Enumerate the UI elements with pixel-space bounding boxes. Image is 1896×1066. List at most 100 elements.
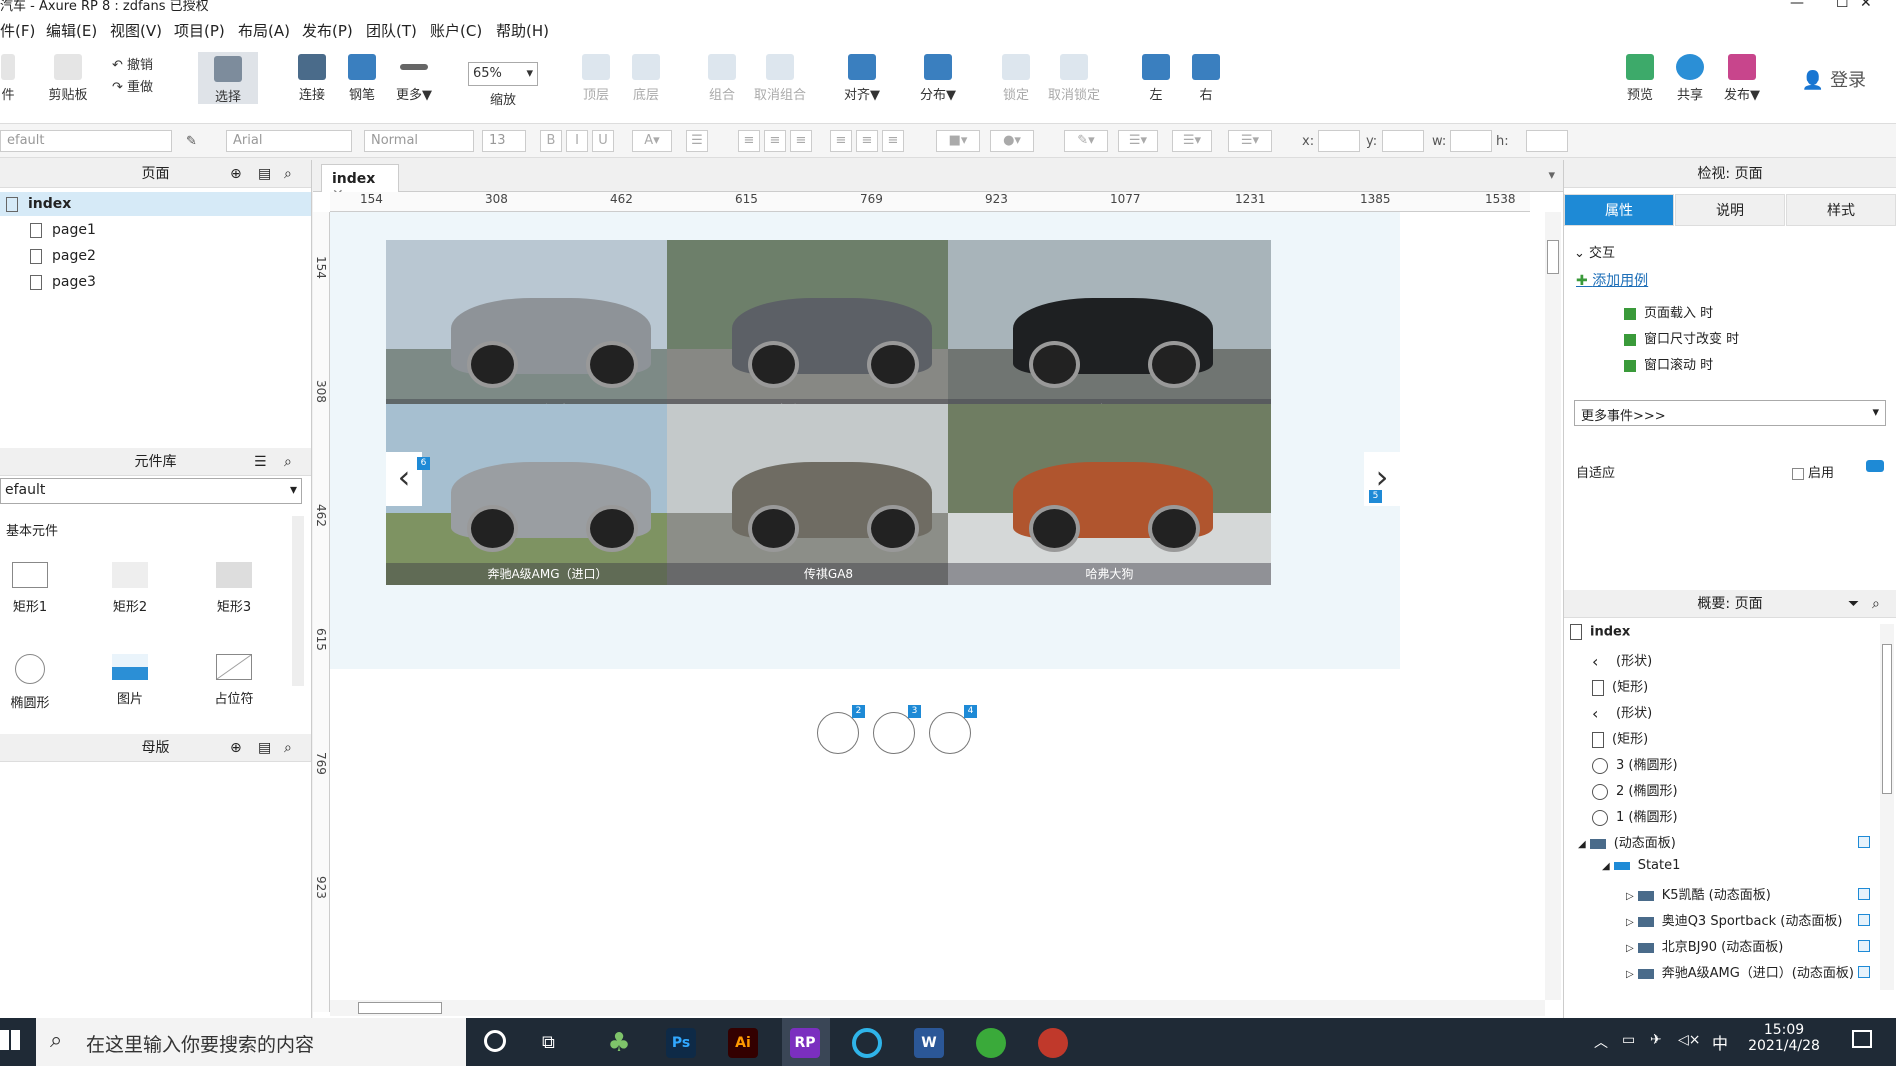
outline-item[interactable]: 2 (椭圆形) <box>1592 780 1678 800</box>
outline-item[interactable]: ▷ 奔驰A级AMG（进口）(动态面板) <box>1626 962 1854 981</box>
outline-item[interactable]: (矩形) <box>1592 676 1648 696</box>
underline-button[interactable]: U <box>592 130 614 152</box>
more-tools-button[interactable]: 更多▼ <box>392 54 436 103</box>
search-icon[interactable]: ⌕ <box>284 734 292 762</box>
menu-icon[interactable]: ☰ <box>254 448 267 476</box>
clipboard-button[interactable]: 剪贴板 <box>44 54 92 103</box>
car-card[interactable]: 奥迪Q3 Sportback <box>667 240 990 421</box>
menu-team[interactable]: 团队(T) <box>366 20 417 41</box>
library-scrollbar[interactable] <box>292 516 304 686</box>
cortana-icon[interactable] <box>484 1030 506 1052</box>
close-icon[interactable]: ✕ <box>1860 0 1872 11</box>
line-color-button[interactable]: ✎▾ <box>1064 130 1108 152</box>
ime-indicator[interactable]: 中 <box>1712 1030 1728 1054</box>
page-item-page3[interactable]: page3 <box>30 274 96 290</box>
undo-button[interactable]: ↶ 撤销 <box>112 54 162 73</box>
tool-app-icon[interactable] <box>1038 1028 1068 1058</box>
outline-item[interactable]: ▷ K5凯酷 (动态面板) <box>1626 884 1771 903</box>
add-folder-icon[interactable]: ▤ <box>258 734 271 762</box>
line-width-button[interactable]: ☰▾ <box>1118 130 1158 152</box>
tree-toggle-icon[interactable]: ◢ <box>1578 839 1586 850</box>
word-app-icon[interactable]: W <box>914 1028 944 1058</box>
tree-toggle-icon[interactable]: ▷ <box>1626 917 1634 928</box>
minimize-icon[interactable]: — <box>1790 0 1804 11</box>
illustrator-app-icon[interactable]: Ai <box>728 1028 758 1058</box>
redo-button[interactable]: ↷ 重做 <box>112 76 162 95</box>
w-input[interactable] <box>1450 130 1492 152</box>
maximize-icon[interactable]: ☐ <box>1836 0 1849 11</box>
ungroup-button[interactable]: 取消组合 <box>750 54 810 103</box>
search-icon[interactable]: ⌕ <box>284 448 292 476</box>
menu-edit[interactable]: 编辑(E) <box>46 20 97 41</box>
event-window-scroll[interactable]: 窗口滚动 时 <box>1624 354 1713 373</box>
pen-tool[interactable]: 钢笔 <box>344 54 380 103</box>
outline-item[interactable]: (矩形) <box>1592 728 1648 748</box>
menu-file[interactable]: 件(F) <box>0 20 35 41</box>
share-button[interactable]: 共享 <box>1672 54 1708 103</box>
outline-item[interactable]: ◢ State1 <box>1602 858 1680 873</box>
lock-button[interactable]: 锁定 <box>998 54 1034 103</box>
visibility-badge[interactable] <box>1858 966 1870 978</box>
add-folder-icon[interactable]: ▤ <box>258 160 271 188</box>
menu-help[interactable]: 帮助(H) <box>496 20 549 41</box>
file-button[interactable]: 件 <box>0 54 16 103</box>
group-button[interactable]: 组合 <box>704 54 740 103</box>
taskbar-search-input[interactable]: ⌕ 在这里输入你要搜索的内容 <box>36 1018 466 1066</box>
scrollbar-thumb[interactable] <box>1547 240 1559 274</box>
search-icon[interactable]: ⌕ <box>1872 590 1880 618</box>
page-item-index[interactable]: index <box>6 196 71 212</box>
font-color-button[interactable]: A▾ <box>632 130 672 152</box>
font-size-select[interactable]: 13 <box>482 130 526 152</box>
widget-image[interactable]: 图片 <box>100 654 160 707</box>
canvas-vertical-scrollbar[interactable] <box>1545 212 1561 1000</box>
menu-publish[interactable]: 发布(P) <box>302 20 353 41</box>
page-item-page2[interactable]: page2 <box>30 248 96 264</box>
tree-toggle-icon[interactable]: ◢ <box>1602 861 1610 872</box>
visibility-badge[interactable] <box>1858 888 1870 900</box>
valign-middle-button[interactable]: ≡ <box>856 130 878 152</box>
connect-tool[interactable]: 连接 <box>294 54 330 103</box>
carousel-dot[interactable] <box>817 712 859 754</box>
menu-project[interactable]: 项目(P) <box>174 20 225 41</box>
edge-app-icon[interactable] <box>852 1028 882 1058</box>
outline-item[interactable]: ▷ 奥迪Q3 Sportback (动态面板) <box>1626 910 1842 929</box>
event-page-load[interactable]: 页面载入 时 <box>1624 302 1713 321</box>
widget-ellipse[interactable]: 椭圆形 <box>0 654 60 711</box>
zoom-select[interactable]: 65% ▾ <box>468 62 538 86</box>
outline-item[interactable]: ‹ (形状) <box>1592 702 1652 722</box>
x-input[interactable] <box>1318 130 1360 152</box>
outline-scrollbar[interactable] <box>1880 624 1894 990</box>
bring-to-top-button[interactable]: 顶层 <box>578 54 614 103</box>
visibility-badge[interactable] <box>1858 914 1870 926</box>
align-text-right-button[interactable]: ≡ <box>790 130 812 152</box>
battery-icon[interactable]: ▭ <box>1622 1032 1635 1048</box>
distribute-button[interactable]: 分布▼ <box>916 54 960 103</box>
widget-placeholder[interactable]: 占位符 <box>204 654 264 707</box>
outline-item[interactable]: 3 (椭圆形) <box>1592 754 1678 774</box>
align-text-center-button[interactable]: ≡ <box>764 130 786 152</box>
network-icon[interactable]: ✈ <box>1650 1032 1662 1048</box>
bullet-list-button[interactable]: ☰ <box>686 130 708 152</box>
adaptive-enable-checkbox[interactable]: 启用 <box>1792 462 1834 481</box>
style-manager-icon[interactable]: ✎ <box>186 134 197 149</box>
style-select[interactable]: efault <box>0 130 172 152</box>
add-case-link[interactable]: ✚ 添加用例 <box>1576 270 1648 290</box>
carousel-dot[interactable] <box>873 712 915 754</box>
visibility-badge[interactable] <box>1858 836 1870 848</box>
right-button[interactable]: 右 <box>1190 54 1222 103</box>
widget-rectangle3[interactable]: 矩形3 <box>204 562 264 615</box>
library-select[interactable]: efault ▾ <box>0 478 302 504</box>
tray-expand-icon[interactable]: ︿ <box>1594 1032 1608 1052</box>
widget-rectangle1[interactable]: 矩形1 <box>0 562 60 615</box>
add-page-icon[interactable]: ⊕ <box>230 160 242 188</box>
outline-item[interactable]: ▷ 北京BJ90 (动态面板) <box>1626 936 1783 955</box>
event-window-resize[interactable]: 窗口尺寸改变 时 <box>1624 328 1739 347</box>
browser-app-icon[interactable] <box>976 1028 1006 1058</box>
car-card[interactable]: K5凯酷 <box>386 240 709 421</box>
publish-button[interactable]: 发布▼ <box>1720 54 1764 103</box>
italic-button[interactable]: I <box>566 130 588 152</box>
widget-rectangle2[interactable]: 矩形2 <box>100 562 160 615</box>
login-button[interactable]: 👤 登录 <box>1798 66 1870 92</box>
tab-index[interactable]: index ✕ <box>321 164 399 203</box>
line-style-button[interactable]: ☰▾ <box>1172 130 1212 152</box>
